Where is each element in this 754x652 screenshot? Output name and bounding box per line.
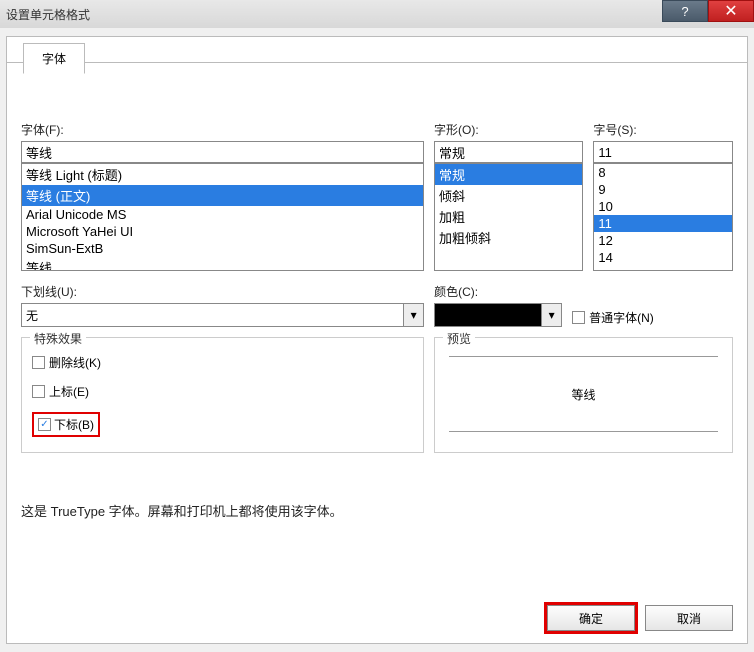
list-item[interactable]: Arial Unicode MS (22, 206, 423, 223)
ok-button[interactable]: 确定 (547, 605, 635, 631)
superscript-checkbox[interactable] (32, 385, 45, 398)
list-item[interactable]: 加粗倾斜 (435, 227, 582, 248)
effects-legend: 特殊效果 (30, 330, 86, 347)
strikethrough-label: 删除线(K) (49, 354, 101, 371)
list-item[interactable]: SimSun-ExtB (22, 240, 423, 257)
strikethrough-checkbox[interactable] (32, 356, 45, 369)
dialog-body: 字体 字体(F): 等线 Light (标题)等线 (正文)Arial Unic… (6, 36, 748, 644)
list-item[interactable]: 加粗 (435, 206, 582, 227)
row-effects-preview: 特殊效果 删除线(K) 上标(E) ✓ 下标(B) 预览 (21, 327, 733, 453)
normal-font-checkbox[interactable] (572, 311, 585, 324)
font-label: 字体(F): (21, 121, 424, 138)
style-label: 字形(O): (434, 121, 583, 138)
tab-content: 字体(F): 等线 Light (标题)等线 (正文)Arial Unicode… (7, 63, 747, 534)
color-swatch-fill (435, 304, 541, 326)
superscript-label: 上标(E) (49, 383, 89, 400)
size-input[interactable] (593, 141, 733, 163)
strikethrough-row[interactable]: 删除线(K) (32, 354, 413, 371)
subscript-label: 下标(B) (54, 416, 94, 433)
list-item[interactable]: 9 (594, 181, 732, 198)
list-item[interactable]: 等线 (正文) (22, 185, 423, 206)
list-item[interactable]: 常规 (435, 164, 582, 185)
titlebar-buttons: ? ✕ (662, 0, 754, 22)
size-listbox[interactable]: 8910111214 (593, 163, 733, 271)
list-item[interactable]: Microsoft YaHei UI (22, 223, 423, 240)
subscript-row-wrap: ✓ 下标(B) (32, 412, 413, 437)
font-listbox[interactable]: 等线 Light (标题)等线 (正文)Arial Unicode MSMicr… (21, 163, 424, 271)
normal-font-checkbox-row[interactable]: 普通字体(N) (572, 309, 654, 326)
font-input[interactable] (21, 141, 424, 163)
preview-area: 等线 (449, 356, 718, 432)
row-font-style-size: 字体(F): 等线 Light (标题)等线 (正文)Arial Unicode… (21, 121, 733, 271)
color-label: 颜色(C): (434, 283, 733, 300)
subscript-checkbox[interactable]: ✓ (38, 418, 51, 431)
superscript-row[interactable]: 上标(E) (32, 383, 413, 400)
preview-fieldset: 预览 等线 (434, 337, 733, 453)
list-item[interactable]: 10 (594, 198, 732, 215)
tab-font-label: 字体 (42, 52, 66, 66)
normal-font-label: 普通字体(N) (589, 309, 654, 326)
chevron-down-icon: ▾ (541, 304, 561, 326)
tab-font[interactable]: 字体 (23, 43, 85, 74)
color-dropdown[interactable]: ▾ (434, 303, 562, 327)
size-column: 字号(S): 8910111214 (593, 121, 733, 271)
list-item[interactable]: 等线 Light (标题) (22, 164, 423, 185)
row-underline-color: 下划线(U): 无 ▾ 颜色(C): ▾ 普通字体(N) (21, 283, 733, 327)
titlebar: 设置单元格格式 ? ✕ (0, 0, 754, 28)
subscript-highlight: ✓ 下标(B) (32, 412, 100, 437)
chevron-down-icon: ▾ (403, 304, 423, 326)
preview-text: 等线 (572, 386, 596, 403)
list-item[interactable]: 12 (594, 232, 732, 249)
underline-value: 无 (26, 307, 38, 324)
cancel-button-label: 取消 (677, 610, 701, 627)
list-item[interactable]: 等线 (22, 257, 423, 271)
list-item[interactable]: 11 (594, 215, 732, 232)
list-item[interactable]: 倾斜 (435, 185, 582, 206)
underline-label: 下划线(U): (21, 283, 424, 300)
font-column: 字体(F): 等线 Light (标题)等线 (正文)Arial Unicode… (21, 121, 424, 271)
window-title: 设置单元格格式 (6, 6, 90, 23)
size-label: 字号(S): (593, 121, 733, 138)
help-button[interactable]: ? (662, 0, 708, 22)
style-listbox[interactable]: 常规倾斜加粗加粗倾斜 (434, 163, 583, 271)
font-note: 这是 TrueType 字体。屏幕和打印机上都将使用该字体。 (21, 501, 733, 520)
preview-legend: 预览 (443, 330, 475, 347)
cancel-button[interactable]: 取消 (645, 605, 733, 631)
list-item[interactable]: 14 (594, 249, 732, 266)
list-item[interactable]: 8 (594, 164, 732, 181)
effects-fieldset: 特殊效果 删除线(K) 上标(E) ✓ 下标(B) (21, 337, 424, 453)
underline-column: 下划线(U): 无 ▾ (21, 283, 424, 327)
style-input[interactable] (434, 141, 583, 163)
color-column: 颜色(C): ▾ 普通字体(N) (434, 283, 733, 327)
dialog-buttons: 确定 取消 (547, 605, 733, 631)
color-row: ▾ 普通字体(N) (434, 303, 733, 327)
tab-strip (7, 37, 747, 63)
style-column: 字形(O): 常规倾斜加粗加粗倾斜 (434, 121, 583, 271)
close-button[interactable]: ✕ (708, 0, 754, 22)
ok-button-label: 确定 (579, 610, 603, 627)
underline-dropdown[interactable]: 无 ▾ (21, 303, 424, 327)
